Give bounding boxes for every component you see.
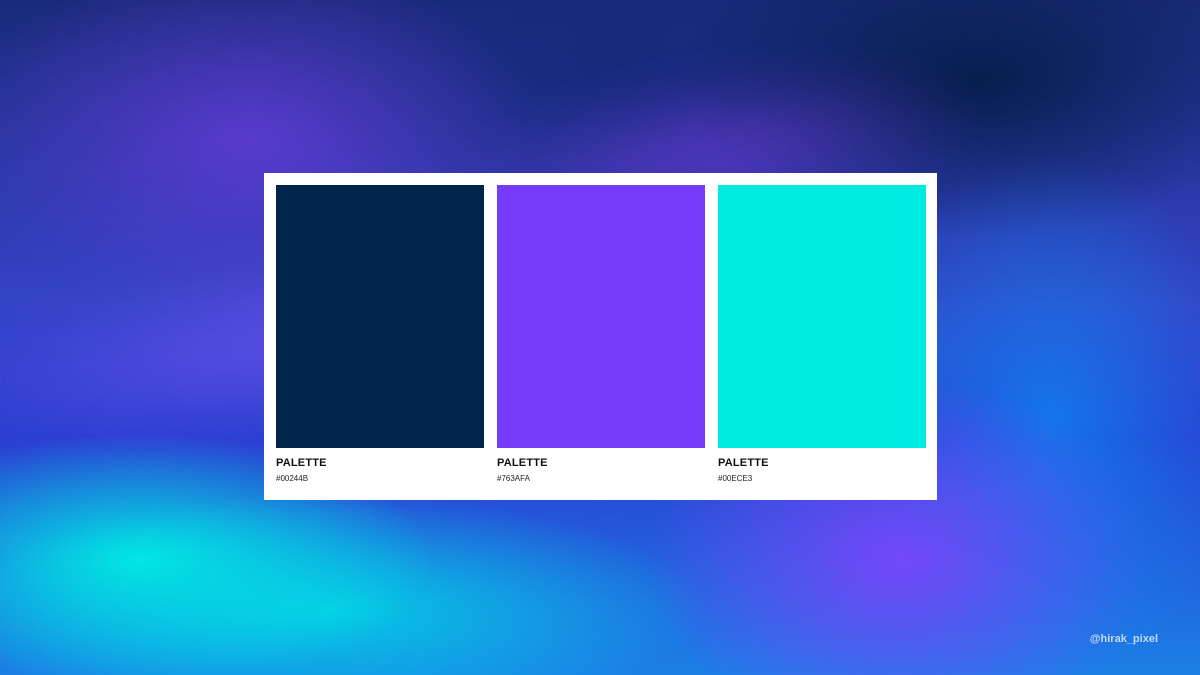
palette-item-1: PALETTE #00244B — [276, 185, 484, 488]
watermark-text: @hirak_pixel — [1089, 633, 1158, 645]
palette-code-3: #00ECE3 — [718, 474, 753, 483]
palette-label-1: PALETTE — [276, 457, 327, 469]
palette-item-2: PALETTE #763AFA — [497, 185, 705, 488]
color-swatch-2 — [497, 185, 705, 448]
palette-label-2: PALETTE — [497, 457, 548, 469]
palette-code-2: #763AFA — [497, 474, 530, 483]
color-swatch-3 — [718, 185, 926, 448]
palette-code-1: #00244B — [276, 474, 309, 483]
palette-label-3: PALETTE — [718, 457, 769, 469]
palette-card: PALETTE #00244B PALETTE #763AFA PALETTE … — [264, 173, 937, 500]
color-swatch-1 — [276, 185, 484, 448]
palette-item-3: PALETTE #00ECE3 — [718, 185, 926, 488]
